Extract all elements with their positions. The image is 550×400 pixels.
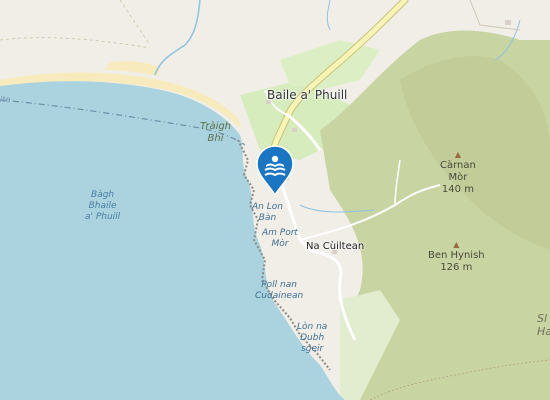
swimming-location-marker[interactable]: [255, 145, 295, 197]
bay-label: Bàgh Bhaile a' Phuill: [85, 190, 121, 222]
peak-icon: ▲: [453, 240, 460, 249]
peak-label: ▲ Càrnan Mòr 140 m: [440, 150, 476, 195]
edge-label: Sl Ha: [537, 312, 550, 339]
peak-icon: ▲: [454, 150, 461, 159]
beach-label: Tràigh Bhì: [200, 121, 232, 144]
swimming-icon: [256, 145, 294, 197]
map-canvas[interactable]: Baile a' Phuill Na Cùiltean Tràigh Bhì B…: [0, 0, 550, 400]
coast-label: An Lon Bàn: [252, 202, 283, 223]
edge-label: ite: [0, 95, 11, 104]
coast-label: Poll nan Cudainean: [255, 280, 304, 301]
building: [505, 20, 511, 25]
coast-label: Am Port Mòr: [262, 228, 298, 249]
map-base: [0, 0, 550, 400]
village-label: Baile a' Phuill: [267, 88, 348, 102]
coast-label: Lòn na Dubh sgeir: [297, 322, 328, 354]
peak-label: ▲ Ben Hynish 126 m: [428, 240, 485, 273]
building: [292, 128, 297, 132]
village-label: Na Cùiltean: [306, 241, 365, 252]
